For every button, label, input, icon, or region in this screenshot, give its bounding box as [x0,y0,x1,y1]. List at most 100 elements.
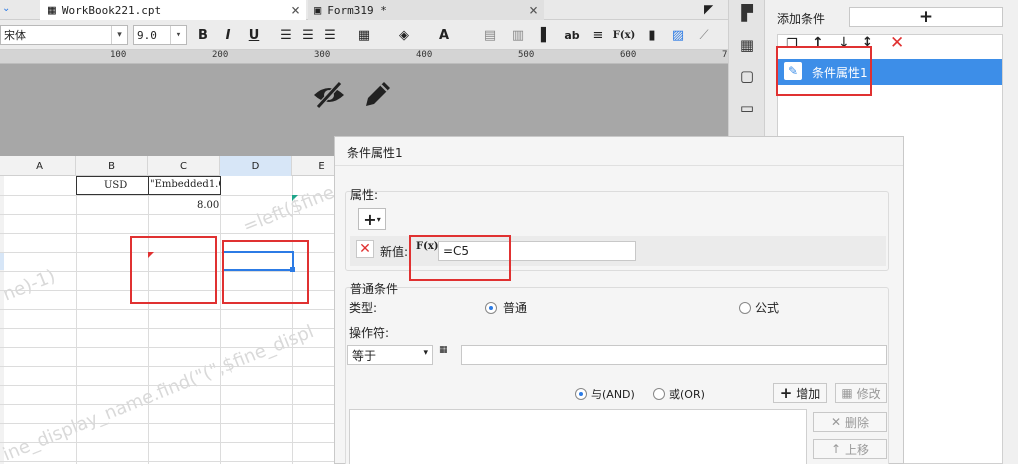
fill-color-icon[interactable]: ◈ [394,25,414,45]
add-condition-row-button[interactable]: + 增加 [773,383,827,403]
plus-icon: + [779,384,793,402]
ruler-tick: 200 [212,50,229,60]
column-header[interactable]: C [148,156,220,176]
up-arrow-icon: ↑ [830,442,842,456]
layout-icon[interactable]: ▛ [737,3,757,23]
widget-icon[interactable]: ▭ [737,98,757,118]
column-header[interactable]: E [292,156,334,176]
font-color-icon[interactable]: A [434,25,454,45]
align-left-icon[interactable]: ☰ [276,25,296,45]
split-cells-icon[interactable]: ▥ [508,25,528,45]
border-icon[interactable]: ▦ [354,25,374,45]
add-attribute-button[interactable]: + ▾ [358,208,386,230]
tab-menu-icon[interactable]: ◤ [704,2,713,16]
ruler: 100200300400500600700 [0,50,738,64]
dialog-title: 条件属性1 [347,146,403,160]
tab-workbook-label: WorkBook221.cpt [61,3,162,17]
add-condition-button[interactable]: + [849,7,1003,27]
chevron-down-icon: ▾ [423,348,428,358]
cell-c2[interactable]: 8.00 [197,200,219,211]
cell-b1[interactable]: USD [104,180,127,191]
grid-icon: ▦ [48,2,56,18]
italic-button[interactable]: I [218,25,238,45]
font-size-value: 9.0 [137,28,157,42]
delete-label: 删除 [845,415,870,430]
common-condition-label: 普通条件 [350,282,399,296]
move-up-label: 上移 [845,442,870,457]
insert-column-icon[interactable]: ▌ [536,25,556,45]
cell-c1[interactable]: "Embedded1.G [150,179,220,190]
font-family-select[interactable]: 宋体 ▾ [0,25,128,45]
type-label: 类型: [349,301,378,315]
tab-workbook[interactable]: ▦ WorkBook221.cpt × [40,0,306,20]
edit-pencil-icon[interactable] [362,78,394,110]
font-family-value: 宋体 [4,29,26,42]
move-up-button[interactable]: ↑ 上移 [813,439,887,459]
operator-value-input[interactable] [461,345,887,365]
border-box-icon[interactable]: ▢ [737,66,757,86]
type-formula-radio[interactable] [739,302,751,314]
column-header[interactable]: D [220,156,292,176]
align-center-icon[interactable]: ☰ [298,25,318,45]
form-icon: ▣ [314,3,322,17]
dialog-title-divider [335,165,903,166]
image-icon[interactable]: ▨ [668,25,688,45]
delete-x-icon: ✕ [830,415,842,429]
tab-form[interactable]: ▣ Form319 * × [308,0,544,20]
attributes-label: 属性: [350,188,379,202]
font-size-select[interactable]: 9.0 ▾ [133,25,187,45]
modify-button[interactable]: ▦ 修改 [835,383,887,403]
condition-list-area[interactable] [349,409,807,464]
column-headers: A B C D E [0,156,334,176]
add-condition-row-label: 增加 [796,386,821,401]
chevron-down-icon: ▾ [376,214,381,224]
and-radio[interactable] [575,388,587,400]
formula-button[interactable]: F(x) [613,25,636,45]
highlight-box-condition [776,46,872,96]
modify-icon: ▦ [841,386,853,400]
bold-button[interactable]: B [193,25,213,45]
merge-cells-icon[interactable]: ▤ [480,25,500,45]
close-icon[interactable]: × [529,1,538,19]
ruler-tick: 600 [620,50,637,60]
watermark-1: =left($fine [240,181,334,238]
add-attribute-label: + [363,209,377,229]
modify-label: 修改 [856,386,881,401]
menu-arrow-icon[interactable]: ⌄ [2,3,10,14]
type-normal-radio[interactable] [485,302,497,314]
app-window: ⌄ ▦ WorkBook221.cpt × ▣ Form319 * × ◤ 宋体… [0,0,1018,464]
remove-attribute-icon[interactable]: ✕ [356,240,374,258]
ruler-tick: 100 [110,50,127,60]
highlight-box-newvalue [409,235,511,281]
tab-bar: ⌄ ▦ WorkBook221.cpt × ▣ Form319 * × ◤ [0,0,728,20]
text-abc-button[interactable]: ab [562,25,582,45]
highlight-box-d [222,240,309,304]
eye-hidden-icon[interactable] [312,80,346,110]
chevron-down-icon: ▾ [111,26,127,44]
row-header-selected [0,252,4,270]
or-radio[interactable] [653,388,665,400]
new-value-label: 新值: [380,245,409,259]
paragraph-icon[interactable]: ≡ [588,25,608,45]
operator-value: 等于 [352,348,377,363]
abc-value-icon[interactable]: ▦ [439,345,448,355]
align-right-icon[interactable]: ☰ [320,25,340,45]
spreadsheet-grid[interactable]: A B C D E USD "Embedded1.G 8.00 =left($f… [0,156,334,464]
delete-button[interactable]: ✕ 删除 [813,412,887,432]
ruler-tick: 400 [416,50,433,60]
and-label: 与(AND) [591,388,635,401]
chart-icon[interactable]: ▮ [642,25,662,45]
cell-attr-icon[interactable]: ▦ [737,35,757,55]
slash-icon[interactable]: ⟋ [694,25,714,45]
delete-icon[interactable]: ✕ [890,33,904,53]
add-condition-label: 添加条件 [777,12,826,26]
column-header[interactable]: B [76,156,148,176]
operator-select[interactable]: 等于 ▾ [347,345,433,365]
column-header[interactable]: A [4,156,76,176]
ruler-tick: 300 [314,50,331,60]
underline-button[interactable]: U [244,25,264,45]
ruler-tick: 500 [518,50,535,60]
row-header-strip [0,176,4,464]
highlight-box-c [130,236,217,304]
close-icon[interactable]: × [291,1,300,19]
